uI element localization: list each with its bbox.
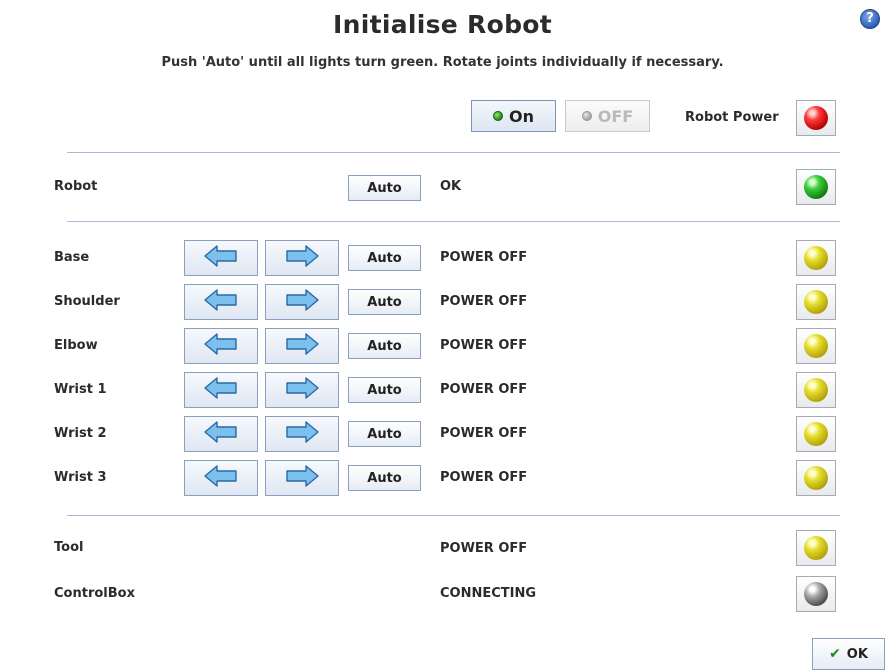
rotate-left-button-wrist-2[interactable] bbox=[184, 416, 258, 452]
auto-button-base[interactable]: Auto bbox=[348, 245, 421, 271]
controlbox-status: CONNECTING bbox=[440, 586, 537, 601]
arrow-left-icon bbox=[203, 464, 239, 492]
arrow-right-icon bbox=[284, 376, 320, 404]
auto-button-wrist-3[interactable]: Auto bbox=[348, 465, 421, 491]
power-off-button[interactable]: OFF bbox=[565, 100, 650, 132]
joint-status-light-elbow bbox=[796, 328, 836, 364]
rotate-right-button-wrist-1[interactable] bbox=[265, 372, 339, 408]
robot-auto-button[interactable]: Auto bbox=[348, 175, 421, 201]
yellow-light-icon bbox=[804, 290, 828, 314]
joint-status-shoulder: POWER OFF bbox=[440, 294, 528, 309]
grey-light-icon bbox=[804, 582, 828, 606]
arrow-left-icon bbox=[203, 420, 239, 448]
robot-power-red-light-icon bbox=[804, 106, 828, 130]
rotate-right-button-shoulder[interactable] bbox=[265, 284, 339, 320]
instructions-text: Push 'Auto' until all lights turn green.… bbox=[161, 55, 724, 70]
robot-power-button[interactable] bbox=[796, 100, 836, 136]
joint-label-wrist-1: Wrist 1 bbox=[54, 382, 107, 397]
rotate-right-button-elbow[interactable] bbox=[265, 328, 339, 364]
yellow-light-icon bbox=[804, 246, 828, 270]
off-indicator-icon bbox=[581, 111, 592, 121]
page-title: Initialise Robot bbox=[333, 10, 552, 39]
auto-button-elbow[interactable]: Auto bbox=[348, 333, 421, 359]
divider-joints-bottom bbox=[67, 515, 840, 516]
joint-status-light-wrist-1 bbox=[796, 372, 836, 408]
arrow-left-icon bbox=[203, 244, 239, 272]
yellow-light-icon bbox=[804, 334, 828, 358]
joint-label-shoulder: Shoulder bbox=[54, 294, 120, 309]
rotate-right-button-wrist-2[interactable] bbox=[265, 416, 339, 452]
ok-button[interactable]: ✔ OK bbox=[812, 638, 885, 670]
rotate-left-button-elbow[interactable] bbox=[184, 328, 258, 364]
robot-power-label: Robot Power bbox=[685, 110, 779, 125]
checkmark-icon: ✔ bbox=[829, 646, 841, 662]
rotate-right-button-base[interactable] bbox=[265, 240, 339, 276]
joint-status-light-wrist-2 bbox=[796, 416, 836, 452]
joint-status-light-wrist-3 bbox=[796, 460, 836, 496]
arrow-right-icon bbox=[284, 420, 320, 448]
joint-status-elbow: POWER OFF bbox=[440, 338, 528, 353]
yellow-light-icon bbox=[804, 466, 828, 490]
controlbox-status-light bbox=[796, 576, 836, 612]
arrow-left-icon bbox=[203, 376, 239, 404]
arrow-right-icon bbox=[284, 464, 320, 492]
controlbox-label: ControlBox bbox=[54, 586, 135, 601]
joint-status-wrist-1: POWER OFF bbox=[440, 382, 528, 397]
joint-status-light-shoulder bbox=[796, 284, 836, 320]
yellow-light-icon bbox=[804, 378, 828, 402]
green-light-icon bbox=[804, 175, 828, 199]
rotate-right-button-wrist-3[interactable] bbox=[265, 460, 339, 496]
joint-status-light-base bbox=[796, 240, 836, 276]
tool-status-light bbox=[796, 530, 836, 566]
power-on-label: On bbox=[509, 106, 534, 126]
arrow-left-icon bbox=[203, 288, 239, 316]
divider-joints-top bbox=[67, 221, 840, 222]
tool-status: POWER OFF bbox=[440, 541, 528, 556]
ok-label: OK bbox=[846, 646, 868, 662]
joint-status-wrist-2: POWER OFF bbox=[440, 426, 528, 441]
joint-status-wrist-3: POWER OFF bbox=[440, 470, 528, 485]
rotate-left-button-shoulder[interactable] bbox=[184, 284, 258, 320]
rotate-left-button-wrist-3[interactable] bbox=[184, 460, 258, 496]
auto-button-wrist-2[interactable]: Auto bbox=[348, 421, 421, 447]
arrow-right-icon bbox=[284, 288, 320, 316]
joint-label-elbow: Elbow bbox=[54, 338, 98, 353]
power-on-button[interactable]: On bbox=[471, 100, 556, 132]
joint-label-wrist-2: Wrist 2 bbox=[54, 426, 107, 441]
joint-label-wrist-3: Wrist 3 bbox=[54, 470, 107, 485]
yellow-light-icon bbox=[804, 536, 828, 560]
arrow-right-icon bbox=[284, 332, 320, 360]
auto-button-shoulder[interactable]: Auto bbox=[348, 289, 421, 315]
yellow-light-icon bbox=[804, 422, 828, 446]
robot-status: OK bbox=[440, 179, 462, 194]
arrow-left-icon bbox=[203, 332, 239, 360]
power-off-label: OFF bbox=[597, 106, 634, 126]
divider-top bbox=[67, 152, 840, 153]
joint-label-base: Base bbox=[54, 250, 90, 265]
robot-label: Robot bbox=[54, 179, 98, 194]
on-indicator-icon bbox=[493, 111, 503, 121]
robot-status-light bbox=[796, 169, 836, 205]
rotate-left-button-base[interactable] bbox=[184, 240, 258, 276]
joint-status-base: POWER OFF bbox=[440, 250, 528, 265]
arrow-right-icon bbox=[284, 244, 320, 272]
rotate-left-button-wrist-1[interactable] bbox=[184, 372, 258, 408]
help-icon[interactable]: ? bbox=[860, 9, 880, 29]
auto-button-wrist-1[interactable]: Auto bbox=[348, 377, 421, 403]
tool-label: Tool bbox=[54, 540, 84, 555]
